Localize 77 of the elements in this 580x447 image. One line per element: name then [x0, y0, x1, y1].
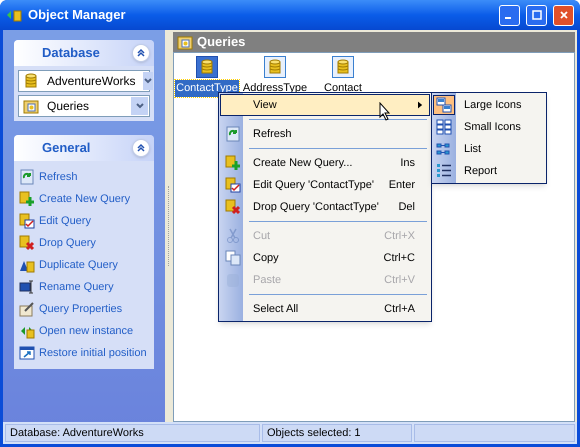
panel-title: Database: [42, 44, 100, 62]
panel-title: General: [42, 139, 90, 158]
status-selection: Objects selected: 1: [262, 424, 412, 442]
task-link[interactable]: Drop Query: [39, 234, 96, 252]
database-cross-icon: [225, 199, 241, 215]
double-chevron-up-icon: [136, 143, 146, 153]
menu-item[interactable]: Create New Query... Ins: [220, 152, 430, 174]
close-icon: [558, 10, 568, 20]
dropdown-field[interactable]: AdventureWorks: [18, 70, 150, 92]
folder-icon: [177, 34, 193, 50]
database-check-icon: [225, 177, 241, 193]
task-link[interactable]: Duplicate Query: [39, 256, 118, 274]
dropdown-value: Queries: [47, 98, 90, 115]
menu-item[interactable]: Copy Ctrl+C: [220, 247, 430, 269]
submenu-item[interactable]: Small Icons: [433, 116, 545, 138]
database-plus-icon: [225, 155, 241, 171]
submenu-item[interactable]: Report: [433, 160, 545, 182]
properties-icon: [19, 301, 35, 317]
shortcut-label: Ctrl+X: [384, 228, 416, 244]
scissors-icon: [225, 228, 241, 244]
shortcut-label: Ctrl+A: [384, 302, 416, 317]
window-title: Object Manager: [28, 6, 127, 24]
menu-item[interactable]: Refresh: [220, 123, 430, 145]
status-database: Database: AdventureWorks: [5, 424, 260, 442]
shortcut-label: Enter: [388, 178, 416, 193]
large-icons-icon: [436, 97, 452, 113]
list-icon: [436, 141, 452, 157]
content-title: Queries: [197, 33, 246, 52]
query-object[interactable]: ContactType: [176, 56, 238, 96]
collapse-button[interactable]: [132, 44, 150, 62]
submenu-item[interactable]: List: [433, 138, 545, 160]
refresh-icon: [19, 169, 35, 185]
paste-icon: [225, 272, 241, 288]
object-label: AddressType: [242, 81, 308, 96]
maximize-button[interactable]: [526, 4, 547, 26]
object-label: Contact: [323, 81, 363, 96]
menu-item[interactable]: Edit Query 'ContactType' Enter: [220, 174, 430, 196]
double-chevron-up-icon: [136, 48, 146, 58]
small-icons-icon: [436, 119, 452, 135]
database-check-icon: [19, 213, 35, 229]
submenu-item[interactable]: Large Icons: [433, 94, 545, 116]
report-icon: [436, 163, 452, 179]
query-icon: [267, 59, 283, 75]
minimize-button[interactable]: [499, 4, 520, 26]
task-link[interactable]: Edit Query: [39, 212, 91, 230]
task-link[interactable]: Rename Query: [39, 278, 114, 296]
shortcut-label: Del: [398, 200, 416, 215]
collapse-button[interactable]: [132, 139, 150, 157]
close-button[interactable]: [553, 4, 574, 26]
dropdown-value: AdventureWorks: [47, 73, 136, 90]
query-icon: [335, 59, 351, 75]
query-icon: [199, 59, 215, 75]
shortcut-label: Ins: [400, 156, 416, 171]
minimize-icon: [505, 17, 511, 19]
database-cross-icon: [19, 235, 35, 251]
rename-icon: [19, 279, 35, 295]
menu-item[interactable]: View: [220, 94, 430, 116]
object-label: ContactType: [175, 80, 239, 96]
task-link[interactable]: Restore initial position: [39, 344, 147, 362]
folder-icon: [23, 98, 39, 114]
query-object[interactable]: AddressType: [244, 56, 306, 96]
copy-icon: [225, 250, 241, 266]
shortcut-label: Ctrl+V: [384, 272, 416, 288]
task-link[interactable]: Query Properties: [39, 300, 122, 318]
maximize-icon: [532, 10, 542, 20]
database-icon: [23, 73, 39, 89]
menu-item[interactable]: Select All Ctrl+A: [220, 298, 430, 320]
task-link[interactable]: Create New Query: [39, 190, 130, 208]
task-link[interactable]: Open new instance: [39, 322, 134, 340]
query-object[interactable]: Contact: [312, 56, 374, 96]
mouse-cursor-icon: [379, 102, 391, 121]
refresh-icon: [225, 126, 241, 142]
dropdown-field[interactable]: Queries: [18, 95, 150, 117]
database-plus-icon: [19, 191, 35, 207]
shortcut-label: Ctrl+C: [384, 250, 416, 266]
menu-item[interactable]: Drop Query 'ContactType' Del: [220, 196, 430, 218]
task-link[interactable]: Refresh: [39, 168, 78, 186]
